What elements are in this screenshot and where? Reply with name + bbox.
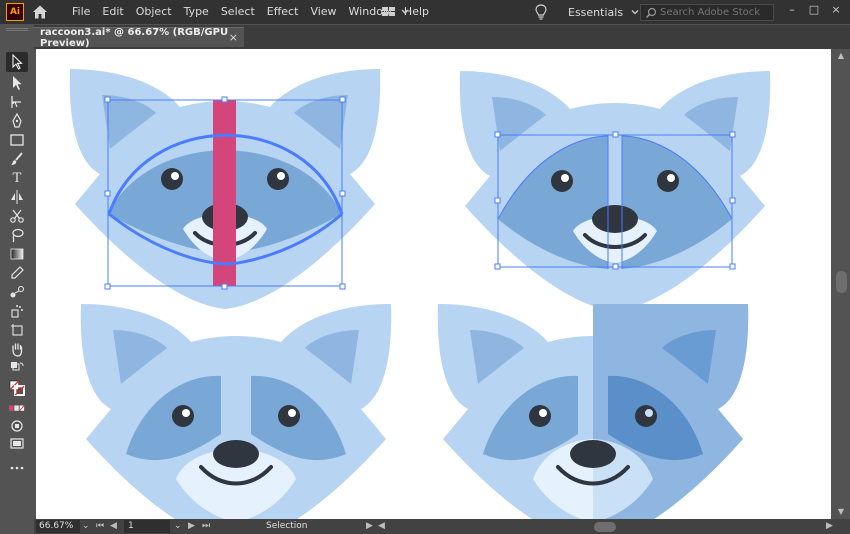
artboard-tool-icon[interactable] — [6, 320, 28, 340]
status-menu-icon[interactable]: ▶ — [366, 520, 373, 533]
eyedropper-tool-icon[interactable] — [6, 263, 28, 283]
menu-file[interactable]: File — [66, 0, 96, 24]
raccoon-4[interactable] — [437, 304, 749, 519]
rectangle-tool-icon[interactable] — [6, 130, 28, 150]
type-tool-icon[interactable]: T — [6, 168, 28, 188]
maximize-button[interactable]: □ — [806, 2, 822, 18]
scroll-left-icon[interactable]: ◀ — [378, 520, 385, 533]
scroll-down-icon[interactable]: ▼ — [836, 507, 846, 517]
arrange-documents-icon[interactable] — [381, 4, 411, 20]
scissors-tool-icon[interactable] — [6, 206, 28, 226]
raccoon-2[interactable] — [459, 71, 771, 311]
tools-panel: T — [0, 24, 34, 534]
scroll-up-icon[interactable]: ▲ — [836, 51, 846, 61]
status-bar: 66.67% ⌄ ⏮ ◀ 1 ⌄ ▶ ⏭ Selection ▶ ◀ ▶ — [34, 519, 850, 534]
current-tool-status: Selection — [266, 521, 308, 531]
scroll-right-icon[interactable]: ▶ — [826, 520, 833, 533]
reflect-tool-icon[interactable] — [6, 187, 28, 207]
artboard-canvas[interactable] — [36, 49, 831, 519]
menu-edit[interactable]: Edit — [96, 0, 129, 24]
illustrator-window: Ai File Edit Object Type Select Effect V… — [0, 0, 850, 534]
workspace-switcher[interactable]: Essentials — [568, 3, 639, 21]
artboard-dropdown-icon[interactable]: ⌄ — [174, 520, 182, 533]
paintbrush-tool-icon[interactable] — [6, 149, 28, 169]
pen-tool-icon[interactable] — [6, 111, 28, 131]
search-icon — [646, 7, 657, 18]
gradient-tool-icon[interactable] — [6, 244, 28, 264]
panel-grip[interactable] — [6, 28, 28, 31]
app-logo: Ai — [6, 3, 24, 21]
hand-tool-icon[interactable] — [6, 339, 28, 359]
document-tab-title: raccoon3.ai* @ 66.67% (RGB/GPU Preview) — [40, 26, 229, 49]
pink-guide-stripe[interactable] — [213, 100, 236, 286]
close-window-button[interactable]: × — [828, 2, 844, 18]
scroll-thumb[interactable] — [836, 271, 847, 293]
home-icon[interactable] — [32, 4, 48, 20]
more-tools-icon[interactable] — [6, 458, 28, 478]
direct-selection-tool-icon[interactable] — [6, 73, 28, 93]
zoom-level-field[interactable]: 66.67% — [36, 520, 80, 533]
menu-object[interactable]: Object — [130, 0, 178, 24]
menu-effect[interactable]: Effect — [261, 0, 305, 24]
vertical-scrollbar[interactable]: ▲ ▼ — [833, 49, 850, 519]
symbol-sprayer-tool-icon[interactable] — [6, 301, 28, 321]
horizontal-scroll-thumb[interactable] — [594, 522, 616, 532]
chevron-down-icon — [631, 10, 639, 15]
stock-search[interactable] — [640, 4, 774, 21]
raccoon-3[interactable] — [80, 304, 392, 519]
main-menu: File Edit Object Type Select Effect View… — [66, 0, 435, 24]
draw-mode-icon[interactable] — [6, 416, 28, 436]
workspace-label: Essentials — [568, 5, 624, 19]
artboard-number-field[interactable]: 1 — [124, 520, 170, 533]
first-artboard-icon[interactable]: ⏮ — [96, 520, 104, 533]
curvature-tool-icon[interactable] — [6, 92, 28, 112]
previous-artboard-icon[interactable]: ◀ — [110, 520, 117, 533]
selection-tool-icon[interactable] — [6, 52, 28, 72]
zoom-dropdown-icon[interactable]: ⌄ — [82, 520, 90, 533]
next-artboard-icon[interactable]: ▶ — [188, 520, 195, 533]
close-tab-button[interactable]: × — [229, 31, 238, 44]
search-input[interactable] — [660, 7, 768, 18]
menu-view[interactable]: View — [304, 0, 342, 24]
menu-select[interactable]: Select — [215, 0, 261, 24]
minimize-button[interactable]: – — [784, 2, 800, 18]
menu-bar: Ai File Edit Object Type Select Effect V… — [0, 0, 850, 24]
document-tab[interactable]: raccoon3.ai* @ 66.67% (RGB/GPU Preview) … — [34, 26, 244, 49]
lightbulb-icon[interactable] — [533, 3, 549, 21]
blend-tool-icon[interactable] — [6, 282, 28, 302]
last-artboard-icon[interactable]: ⏭ — [202, 520, 210, 533]
artwork — [69, 69, 771, 519]
fill-stroke-icon[interactable] — [6, 378, 28, 398]
lasso-tool-icon[interactable] — [6, 225, 28, 245]
menu-type[interactable]: Type — [178, 0, 215, 24]
screen-mode-icon[interactable] — [6, 434, 28, 454]
swap-fill-stroke-icon[interactable] — [6, 358, 28, 378]
